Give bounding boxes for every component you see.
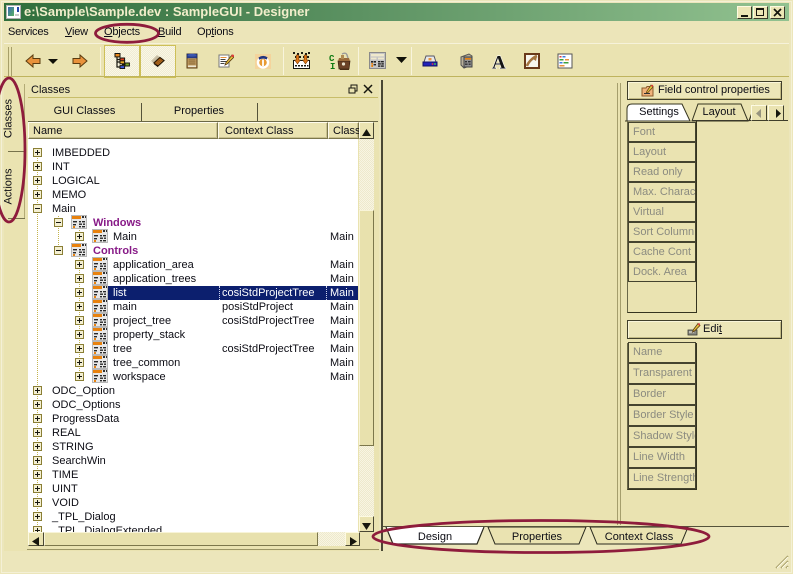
svg-text:I: I — [330, 62, 335, 70]
svg-text:A: A — [492, 53, 506, 69]
